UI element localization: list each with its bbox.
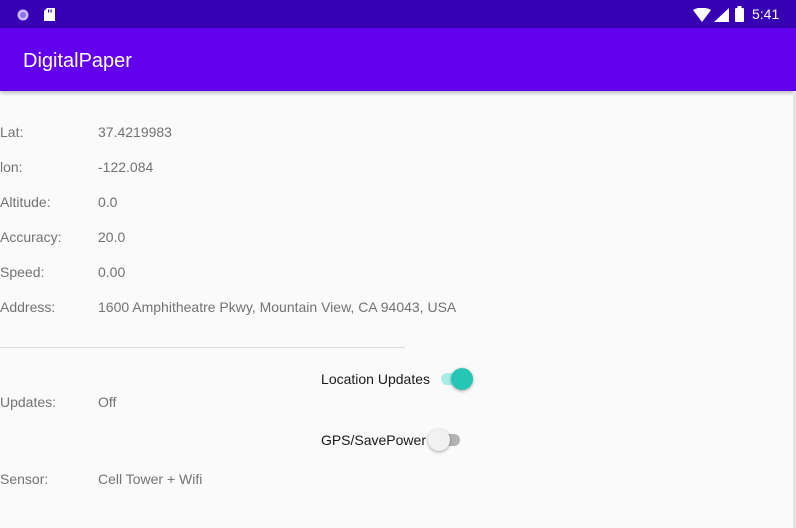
status-bar: 5:41 xyxy=(0,0,796,28)
location-updates-label: Location Updates xyxy=(321,371,430,387)
circle-dot-icon xyxy=(17,8,29,26)
speed-label: Speed: xyxy=(0,264,45,280)
signal-icon xyxy=(714,8,729,27)
address-label: Address: xyxy=(0,299,56,315)
gps-savepower-switch[interactable] xyxy=(428,429,462,451)
sensor-label: Sensor: xyxy=(0,471,49,487)
updates-label: Updates: xyxy=(0,394,57,410)
lat-value: 37.4219983 xyxy=(98,124,172,140)
app-title: DigitalPaper xyxy=(23,50,132,72)
gps-savepower-row[interactable]: GPS/SavePower xyxy=(280,432,426,452)
updates-value: Off xyxy=(98,394,117,410)
switch-thumb xyxy=(451,368,473,390)
main-content: Lat: 37.4219983 lon: -122.084 Altitude: … xyxy=(0,91,796,528)
status-time: 5:41 xyxy=(752,6,780,22)
speed-value: 0.00 xyxy=(98,264,126,280)
battery-icon xyxy=(735,6,744,27)
sensor-value: Cell Tower + Wifi xyxy=(98,471,203,487)
wifi-icon xyxy=(693,7,711,27)
lat-label: Lat: xyxy=(0,124,24,140)
app-bar: DigitalPaper xyxy=(0,28,796,91)
location-updates-row[interactable]: Location Updates xyxy=(280,371,430,391)
lon-value: -122.084 xyxy=(98,159,154,175)
accuracy-value: 20.0 xyxy=(98,229,126,245)
divider xyxy=(0,347,405,348)
gps-savepower-label: GPS/SavePower xyxy=(320,432,426,448)
altitude-label: Altitude: xyxy=(0,194,51,210)
lon-label: lon: xyxy=(0,159,23,175)
accuracy-label: Accuracy: xyxy=(0,229,62,245)
location-updates-switch[interactable] xyxy=(439,368,473,390)
address-value: 1600 Amphitheatre Pkwy, Mountain View, C… xyxy=(98,299,457,315)
sd-card-icon xyxy=(44,8,55,26)
altitude-value: 0.0 xyxy=(98,194,118,210)
switch-thumb xyxy=(428,429,450,451)
